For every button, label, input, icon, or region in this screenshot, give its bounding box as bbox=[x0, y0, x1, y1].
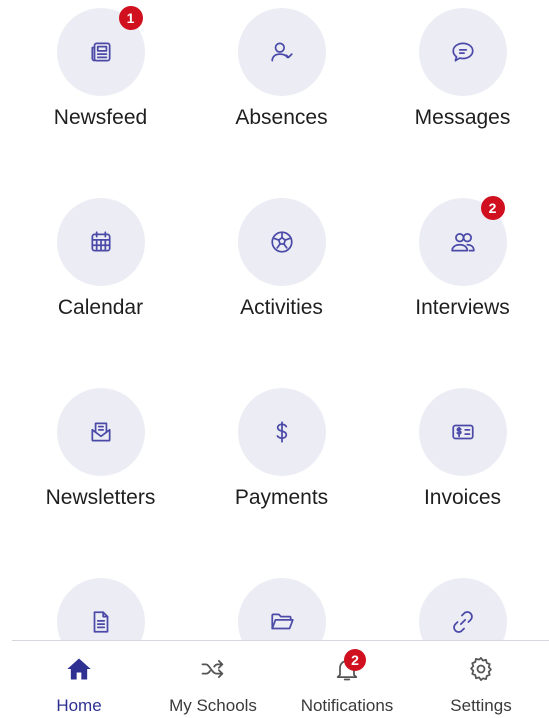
gear-icon bbox=[467, 655, 495, 683]
tile-icon-circle bbox=[56, 198, 145, 286]
tile-invoices[interactable]: Invoices bbox=[371, 380, 549, 560]
tile-label: Interviews bbox=[415, 296, 510, 319]
tile-icon-circle bbox=[418, 578, 507, 640]
notifications-badge: 2 bbox=[344, 649, 366, 671]
folder-open-icon bbox=[270, 613, 294, 630]
tab-notifications[interactable]: 2 Notifications bbox=[280, 641, 414, 718]
tile-newsfeed[interactable]: 1 Newsfeed bbox=[9, 0, 192, 180]
tile-label: Calendar bbox=[57, 296, 144, 319]
mail-open-icon bbox=[90, 422, 111, 442]
dollar-icon bbox=[276, 421, 287, 443]
tab-label: Notifications bbox=[300, 696, 394, 715]
users-icon bbox=[450, 233, 475, 252]
tile-label: Absences bbox=[235, 106, 328, 129]
tile-label: Newsfeed bbox=[53, 106, 148, 129]
tile-messages[interactable]: Messages bbox=[371, 0, 549, 180]
calendar-icon bbox=[90, 231, 111, 252]
shuffle-icon bbox=[199, 655, 227, 683]
tile-icon-circle: 2 bbox=[418, 196, 507, 286]
user-check-icon bbox=[270, 42, 293, 62]
tile-payments[interactable]: Payments bbox=[190, 380, 373, 560]
tile-label: Messages bbox=[414, 106, 511, 129]
tile-icon-circle bbox=[56, 578, 145, 640]
tile-interviews[interactable]: 2 Interviews bbox=[371, 190, 549, 370]
tile-icon-circle bbox=[418, 8, 507, 96]
tile-label: Invoices bbox=[423, 486, 502, 509]
bottom-tab-bar: Home My Schools 2 Notifications Settings bbox=[12, 640, 549, 718]
tile-icon-circle: 1 bbox=[56, 6, 145, 96]
newsfeed-badge: 1 bbox=[118, 6, 143, 30]
soccer-ball-icon bbox=[270, 231, 293, 253]
tab-settings[interactable]: Settings bbox=[414, 641, 548, 718]
tile-files[interactable] bbox=[190, 570, 373, 640]
tab-label: Settings bbox=[450, 696, 512, 715]
tile-icon-circle bbox=[418, 388, 507, 476]
interviews-badge: 2 bbox=[480, 196, 505, 220]
tile-calendar[interactable]: Calendar bbox=[9, 190, 192, 370]
tile-activities[interactable]: Activities bbox=[190, 190, 373, 370]
tab-my-schools[interactable]: My Schools bbox=[146, 641, 280, 718]
tile-label: Payments bbox=[234, 486, 329, 509]
document-icon bbox=[93, 611, 108, 633]
tile-icon-circle bbox=[237, 8, 326, 96]
tile-label: Activities bbox=[240, 296, 323, 319]
tile-newsletters[interactable]: Newsletters bbox=[9, 380, 192, 560]
tile-icon-circle bbox=[237, 578, 326, 640]
tab-home[interactable]: Home bbox=[12, 641, 146, 718]
message-icon bbox=[451, 42, 474, 62]
newspaper-icon bbox=[90, 42, 111, 62]
tile-links[interactable] bbox=[371, 570, 549, 640]
tile-documents[interactable] bbox=[9, 570, 192, 640]
tile-absences[interactable]: Absences bbox=[190, 0, 373, 180]
invoice-icon bbox=[451, 424, 474, 440]
link-icon bbox=[452, 611, 473, 633]
tab-label: My Schools bbox=[169, 696, 257, 715]
menu-grid: 1 Newsfeed Absences Messages Calendar Ac… bbox=[0, 0, 549, 640]
tab-label: Home bbox=[56, 696, 102, 715]
tile-icon-circle bbox=[56, 388, 145, 476]
tile-icon-circle bbox=[237, 198, 326, 286]
tile-label: Newsletters bbox=[45, 486, 156, 509]
home-icon bbox=[65, 655, 93, 683]
tile-icon-circle bbox=[237, 388, 326, 476]
